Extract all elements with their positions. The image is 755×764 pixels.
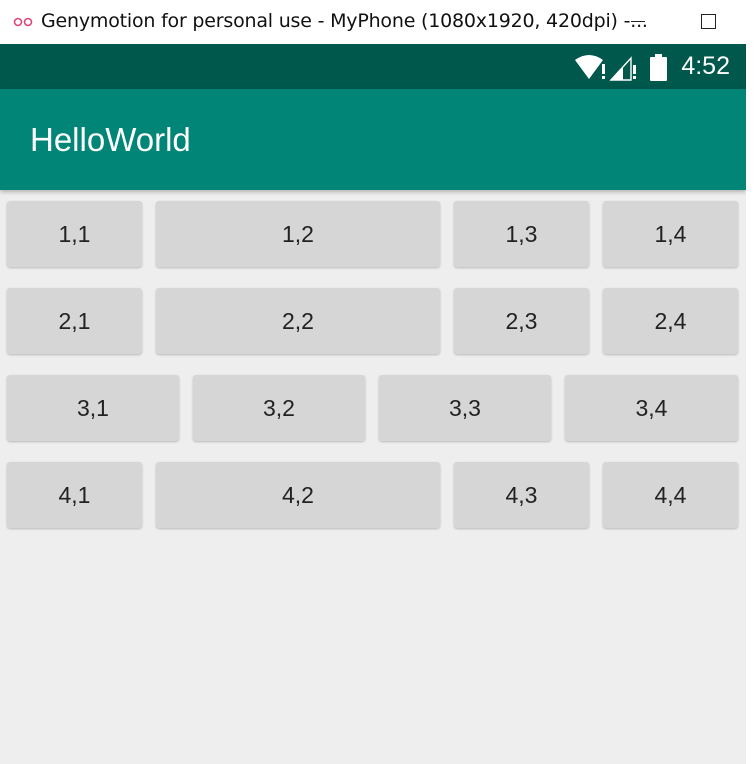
window-titlebar: Genymotion for personal use - MyPhone (1… xyxy=(0,0,755,44)
status-time: 4:52 xyxy=(681,52,730,80)
grid-button-3-4[interactable]: 3,4 xyxy=(565,375,738,441)
grid-button-3-3[interactable]: 3,3 xyxy=(379,375,551,441)
cell-signal-icon xyxy=(609,56,636,81)
window-edge xyxy=(746,44,755,764)
grid-button-4-4[interactable]: 4,4 xyxy=(603,462,738,528)
grid-button-2-4[interactable]: 2,4 xyxy=(603,288,738,354)
app-bar: HelloWorld xyxy=(0,89,746,190)
app-title: HelloWorld xyxy=(30,121,191,158)
phone-screen: 4:52 HelloWorld 1,1 1,2 1,3 1,4 2,1 2,2 … xyxy=(0,44,746,764)
status-bar: 4:52 xyxy=(0,44,746,89)
grid-button-2-2[interactable]: 2,2 xyxy=(156,288,440,354)
grid-button-4-2[interactable]: 4,2 xyxy=(156,462,440,528)
battery-icon xyxy=(650,54,667,81)
window-title: Genymotion for personal use - MyPhone (1… xyxy=(41,10,648,32)
grid-button-4-3[interactable]: 4,3 xyxy=(454,462,589,528)
grid-button-1-2[interactable]: 1,2 xyxy=(156,201,440,267)
grid-button-3-1[interactable]: 3,1 xyxy=(7,375,179,441)
grid-button-2-3[interactable]: 2,3 xyxy=(454,288,589,354)
wifi-icon xyxy=(575,55,605,79)
grid-button-1-1[interactable]: 1,1 xyxy=(7,201,142,267)
genymotion-logo-icon xyxy=(13,17,33,27)
maximize-icon[interactable] xyxy=(688,6,728,38)
grid-button-1-3[interactable]: 1,3 xyxy=(454,201,589,267)
grid-button-3-2[interactable]: 3,2 xyxy=(193,375,365,441)
grid-button-1-4[interactable]: 1,4 xyxy=(603,201,738,267)
minimize-icon[interactable] xyxy=(618,6,658,38)
grid-button-4-1[interactable]: 4,1 xyxy=(7,462,142,528)
grid-button-2-1[interactable]: 2,1 xyxy=(7,288,142,354)
